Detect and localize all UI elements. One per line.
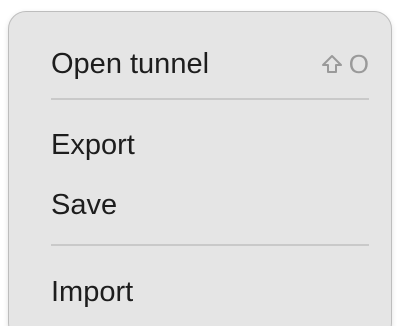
menu-item-import[interactable]: Import <box>9 272 391 312</box>
menu-item-label: Import <box>51 275 134 308</box>
menu-item-save[interactable]: Save <box>9 185 391 225</box>
menu-item-label: Save <box>51 188 118 221</box>
menu-item-export[interactable]: Export <box>9 125 391 165</box>
menu-item-label: Export <box>51 128 135 161</box>
keyboard-shortcut: O <box>321 49 369 80</box>
shortcut-key: O <box>348 48 369 79</box>
menu-separator <box>51 244 369 246</box>
context-menu: Open tunnel O Export Save Import <box>8 11 392 326</box>
menu-separator <box>51 98 369 100</box>
shift-icon <box>321 53 343 75</box>
menu-item-label: Open tunnel <box>51 47 210 80</box>
menu-item-open-tunnel[interactable]: Open tunnel O <box>9 44 391 84</box>
